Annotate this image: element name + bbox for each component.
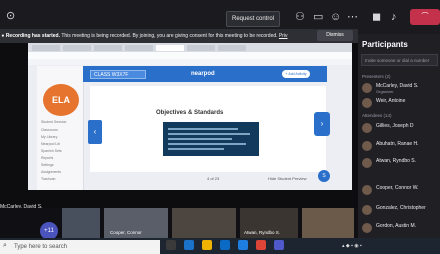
recording-title: Recording has started. (5, 33, 60, 39)
taskbar-search-input[interactable]: Type here to search (0, 240, 160, 254)
slide-title: Objectives & Standards (156, 110, 224, 116)
objective-line (168, 148, 224, 150)
sidebar-item[interactable]: Reports (41, 155, 81, 161)
participant-row[interactable]: Gordon, Austin M. (360, 222, 440, 235)
avatar (362, 141, 372, 151)
camera-icon[interactable]: ◼ (372, 11, 381, 23)
participant-name: Cooper, Connor W. (376, 185, 419, 191)
reactions-icon[interactable]: ☺ (330, 11, 341, 23)
participant-row[interactable]: Atwan, Ryndbo S. (360, 157, 440, 170)
browser-tab[interactable] (63, 45, 91, 51)
file-explorer-icon[interactable] (202, 240, 212, 250)
task-view-icon[interactable] (166, 240, 176, 250)
ela-logo: ELA (43, 84, 79, 116)
chevron-right-icon: › (320, 119, 324, 128)
store-icon[interactable] (220, 240, 230, 250)
sidebar-item[interactable]: Spanish Sets (41, 148, 81, 154)
participant-row[interactable]: Gillies, Joseph D (360, 122, 440, 135)
previous-slide-button[interactable]: ‹ (88, 120, 102, 144)
participant-row[interactable]: McCarley, David S. Organizer (360, 82, 440, 95)
avatar (362, 185, 372, 195)
objective-line (168, 143, 246, 145)
video-tile[interactable] (62, 208, 100, 238)
privacy-link[interactable]: Priv (279, 33, 288, 39)
class-code[interactable]: CLASS W3X7F (90, 70, 146, 79)
browser-tab[interactable] (32, 45, 60, 51)
edge-icon[interactable] (184, 240, 194, 250)
video-tile[interactable] (302, 208, 354, 238)
teams-icon[interactable] (274, 240, 284, 250)
participant-name: Abuhatn, Ranae H. (376, 141, 419, 147)
objective-line (168, 133, 250, 135)
chrome-icon[interactable] (256, 240, 266, 250)
participant-name: Atwan, Ryndbo S. (376, 158, 417, 164)
sidebar-item[interactable]: Student Session (41, 119, 81, 125)
avatar (362, 83, 372, 93)
sidebar-item[interactable]: Trashcan (41, 176, 81, 182)
objective-line (168, 128, 238, 130)
participant-row[interactable]: Gonzalez, Christopher (360, 204, 440, 217)
avatar (362, 205, 372, 215)
participant-row[interactable]: Weir, Antoine (360, 97, 440, 110)
sidebar-item[interactable]: Settings (41, 162, 81, 168)
nearpod-logo: nearpod (191, 71, 215, 77)
sidebar-item[interactable]: Assignments (41, 169, 81, 175)
system-tray-icon[interactable]: ▴ ◆ ▪ ◉ ▪ (342, 243, 362, 249)
attendees-heading[interactable]: Attendees (14) (362, 113, 392, 118)
mic-icon[interactable]: ♪ (391, 11, 397, 23)
leave-button[interactable]: ⌒ (410, 9, 440, 25)
search-icon: ⌕ (3, 242, 7, 249)
video-tile[interactable] (172, 208, 236, 238)
participants-title: Participants (362, 40, 408, 49)
slide-counter: 4 of 23 (207, 176, 220, 181)
mail-icon[interactable] (238, 240, 248, 250)
video-tile-name: Cooper, Connor (110, 230, 142, 235)
participant-name: Gillies, Joseph D (376, 123, 414, 129)
browser-tab-active[interactable] (156, 45, 184, 51)
recording-banner: ● Recording has started. This meeting is… (0, 29, 358, 43)
recording-message: This meeting is being recorded. By joini… (61, 33, 278, 39)
presenters-heading[interactable]: Presenters (2) (362, 74, 391, 79)
participant-row[interactable]: Abuhatn, Ranae H. (360, 140, 440, 153)
invite-search-input[interactable]: Invite someone or dial a number (361, 54, 438, 66)
sidebar-item[interactable]: Classroom (41, 127, 81, 133)
more-options-icon[interactable]: ⊙ (6, 10, 15, 22)
browser-tab[interactable] (125, 45, 153, 51)
browser-tab[interactable] (218, 45, 246, 51)
record-icon: ● (1, 33, 5, 39)
participant-name: Gonzalez, Christopher (376, 205, 426, 211)
sidebar-item[interactable]: My Library (41, 134, 81, 140)
participant-name: Weir, Antoine (376, 98, 406, 104)
avatar (362, 223, 372, 233)
avatar (362, 98, 372, 108)
help-button[interactable]: S (318, 170, 330, 182)
video-tile-name: Atwan, Ryndbo S. (244, 230, 281, 235)
chevron-left-icon: ‹ (93, 127, 97, 136)
more-icon[interactable]: ⋯ (347, 11, 358, 23)
avatar (362, 123, 372, 133)
participant-name: Gordon, Austin M. (376, 223, 417, 229)
participant-role: Organizer (376, 89, 394, 94)
avatar (362, 158, 372, 168)
people-icon[interactable]: ⚇ (295, 11, 305, 23)
browser-tab[interactable] (94, 45, 122, 51)
dismiss-button[interactable]: Dismiss (317, 30, 353, 41)
browser-tab[interactable] (187, 45, 215, 51)
chat-icon[interactable]: ▭ (313, 11, 323, 23)
next-slide-button[interactable]: › (314, 112, 330, 136)
request-control-button[interactable]: Request control (226, 11, 280, 27)
objective-line (168, 138, 232, 140)
hide-student-preview-toggle[interactable]: Hide Student Preview (268, 176, 306, 181)
sidebar-item[interactable]: Nearpod Lib (41, 141, 81, 147)
add-activity-button[interactable]: + Add Activity (282, 70, 310, 78)
bookmarks-bar (28, 59, 352, 65)
participant-row[interactable]: Cooper, Connor W. (360, 184, 440, 197)
